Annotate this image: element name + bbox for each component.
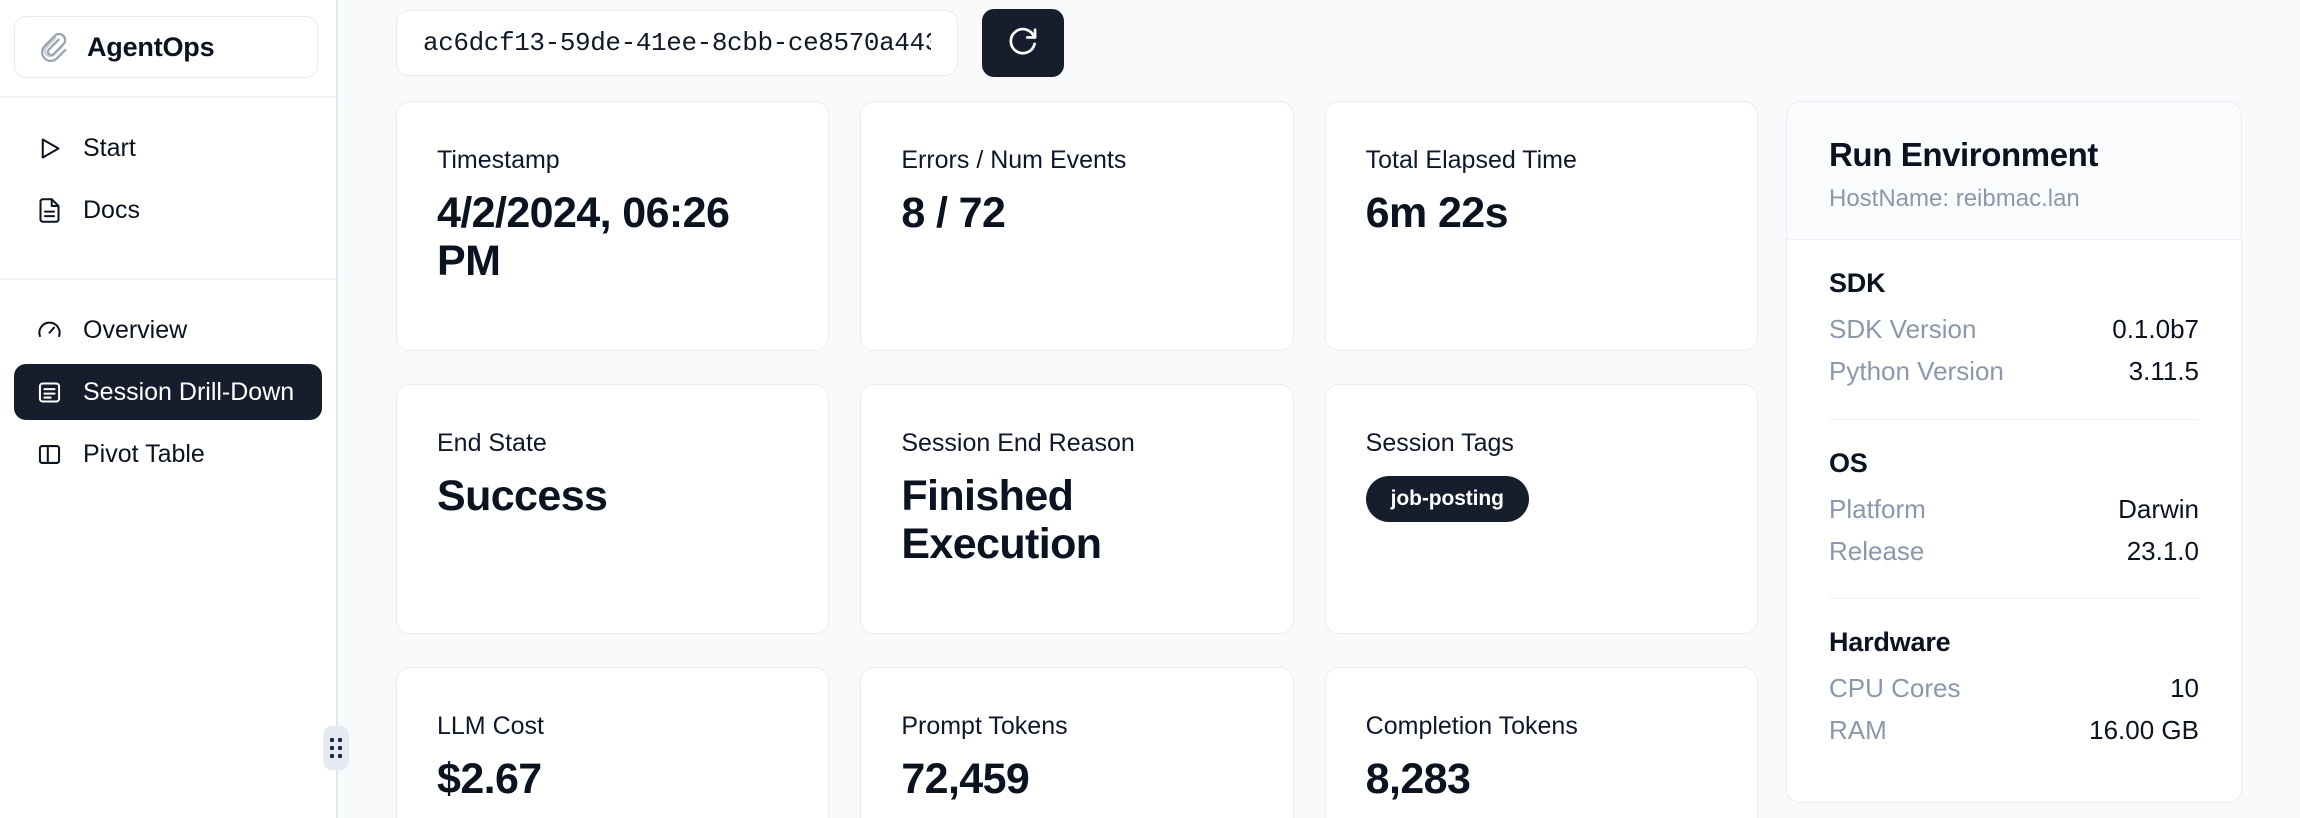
status-badge[interactable]: job-posting — [1365, 476, 1529, 523]
nav-group-primary: Start Docs — [0, 98, 336, 260]
document-icon — [34, 195, 64, 225]
env-key: Python Version — [1829, 356, 2004, 387]
main-content: Timestamp 4/2/2024, 06:26 PM Errors / Nu… — [338, 0, 2300, 818]
metric-card-completion-tokens: Completion Tokens 8,283 — [1324, 667, 1758, 818]
logo-container: AgentOps — [0, 0, 336, 78]
env-row: Platform Darwin — [1829, 488, 2199, 530]
env-value: 10 — [2170, 672, 2199, 703]
env-key: CPU Cores — [1829, 672, 1961, 703]
env-value: 23.1.0 — [2126, 535, 2199, 566]
section-title: OS — [1829, 447, 1868, 478]
dashboard-content: Timestamp 4/2/2024, 06:26 PM Errors / Nu… — [338, 81, 2300, 818]
session-id-input[interactable] — [396, 9, 958, 76]
env-key: Release — [1829, 535, 1925, 566]
metric-card-grid: Timestamp 4/2/2024, 06:26 PM Errors / Nu… — [396, 101, 1758, 818]
card-label: LLM Cost — [437, 712, 544, 741]
card-value: $2.67 — [437, 755, 542, 804]
env-key: SDK Version — [1829, 314, 1977, 345]
panel-title: Run Environment — [1829, 136, 2099, 174]
card-label: End State — [437, 429, 547, 458]
env-value: 0.1.0b7 — [2112, 314, 2199, 345]
columns-icon — [34, 439, 64, 469]
env-row: Python Version 3.11.5 — [1829, 350, 2199, 392]
app-logo-button[interactable]: AgentOps — [14, 16, 318, 78]
sidebar-item-docs[interactable]: Docs — [14, 182, 322, 238]
run-environment-panel: Run Environment HostName: reibmac.lan SD… — [1786, 101, 2242, 804]
metric-card-session-end-reason: Session End Reason Finished Execution — [860, 384, 1294, 635]
card-value: 8,283 — [1365, 755, 1471, 804]
card-label: Prompt Tokens — [901, 712, 1068, 741]
gauge-icon — [34, 315, 64, 345]
card-value: 4/2/2024, 06:26 PM — [437, 189, 730, 286]
refresh-button[interactable] — [982, 8, 1064, 77]
env-value: Darwin — [2118, 493, 2199, 524]
sidebar-item-pivot-table[interactable]: Pivot Table — [14, 426, 322, 482]
metric-card-llm-cost: LLM Cost $2.67 — [396, 667, 830, 818]
sidebar-item-session-drill-down[interactable]: Session Drill-Down — [14, 364, 322, 420]
metric-card-timestamp: Timestamp 4/2/2024, 06:26 PM — [396, 101, 830, 352]
env-row: Release 23.1.0 — [1829, 530, 2199, 572]
env-key: Platform — [1829, 493, 1926, 524]
run-environment-body: SDK SDK Version 0.1.0b7 Python Version 3… — [1787, 240, 2241, 777]
env-row: RAM 16.00 GB — [1829, 709, 2199, 751]
hostname-text: HostName: reibmac.lan — [1829, 185, 2080, 213]
section-title: SDK — [1829, 268, 1886, 299]
metric-card-end-state: End State Success — [396, 384, 830, 635]
sidebar-item-label: Start — [83, 133, 136, 162]
env-key: RAM — [1829, 714, 1887, 745]
list-panel-icon — [34, 377, 64, 407]
section-title: Hardware — [1829, 626, 1951, 657]
card-value: 6m 22s — [1365, 189, 1509, 238]
env-section-os: OS Platform Darwin Release 23.1.0 — [1829, 420, 2199, 599]
metric-card-prompt-tokens: Prompt Tokens 72,459 — [860, 667, 1294, 818]
card-label: Total Elapsed Time — [1365, 146, 1577, 175]
sidebar-item-label: Session Drill-Down — [83, 377, 295, 406]
run-environment-header: Run Environment HostName: reibmac.lan — [1787, 102, 2241, 241]
play-icon — [34, 133, 64, 163]
grip-dots-icon — [330, 738, 342, 758]
card-label: Completion Tokens — [1365, 712, 1578, 741]
refresh-icon — [1006, 24, 1040, 61]
env-section-hardware: Hardware CPU Cores 10 RAM 16.00 GB — [1829, 599, 2199, 777]
toolbar — [338, 0, 2300, 81]
env-value: 16.00 GB — [2089, 714, 2199, 745]
card-value: Finished Execution — [901, 472, 1102, 569]
metric-card-errors-num-events: Errors / Num Events 8 / 72 — [860, 101, 1294, 352]
env-row: CPU Cores 10 — [1829, 667, 2199, 709]
env-value: 3.11.5 — [2128, 356, 2199, 387]
paperclip-icon — [37, 30, 71, 64]
sidebar-resize-handle[interactable] — [323, 726, 349, 770]
env-section-sdk: SDK SDK Version 0.1.0b7 Python Version 3… — [1829, 240, 2199, 420]
env-row: SDK Version 0.1.0b7 — [1829, 308, 2199, 350]
card-label: Session End Reason — [901, 429, 1135, 458]
app-name: AgentOps — [87, 31, 215, 62]
sidebar: AgentOps Start Docs Overview Session Dri… — [0, 0, 349, 818]
metric-card-session-tags: Session Tags job-posting — [1324, 384, 1758, 635]
card-value: 72,459 — [901, 755, 1030, 804]
nav-group-secondary: Overview Session Drill-Down Pivot Table — [0, 280, 336, 504]
sidebar-item-overview[interactable]: Overview — [14, 302, 322, 358]
card-label: Timestamp — [437, 146, 560, 175]
sidebar-item-label: Docs — [83, 195, 140, 224]
card-label: Session Tags — [1365, 429, 1514, 458]
card-value: 8 / 72 — [901, 189, 1006, 238]
card-label: Errors / Num Events — [901, 146, 1127, 175]
metric-card-total-elapsed-time: Total Elapsed Time 6m 22s — [1324, 101, 1758, 352]
card-value: Success — [437, 472, 608, 521]
sidebar-item-label: Overview — [83, 315, 188, 344]
sidebar-item-label: Pivot Table — [83, 439, 205, 468]
sidebar-item-start[interactable]: Start — [14, 120, 322, 176]
